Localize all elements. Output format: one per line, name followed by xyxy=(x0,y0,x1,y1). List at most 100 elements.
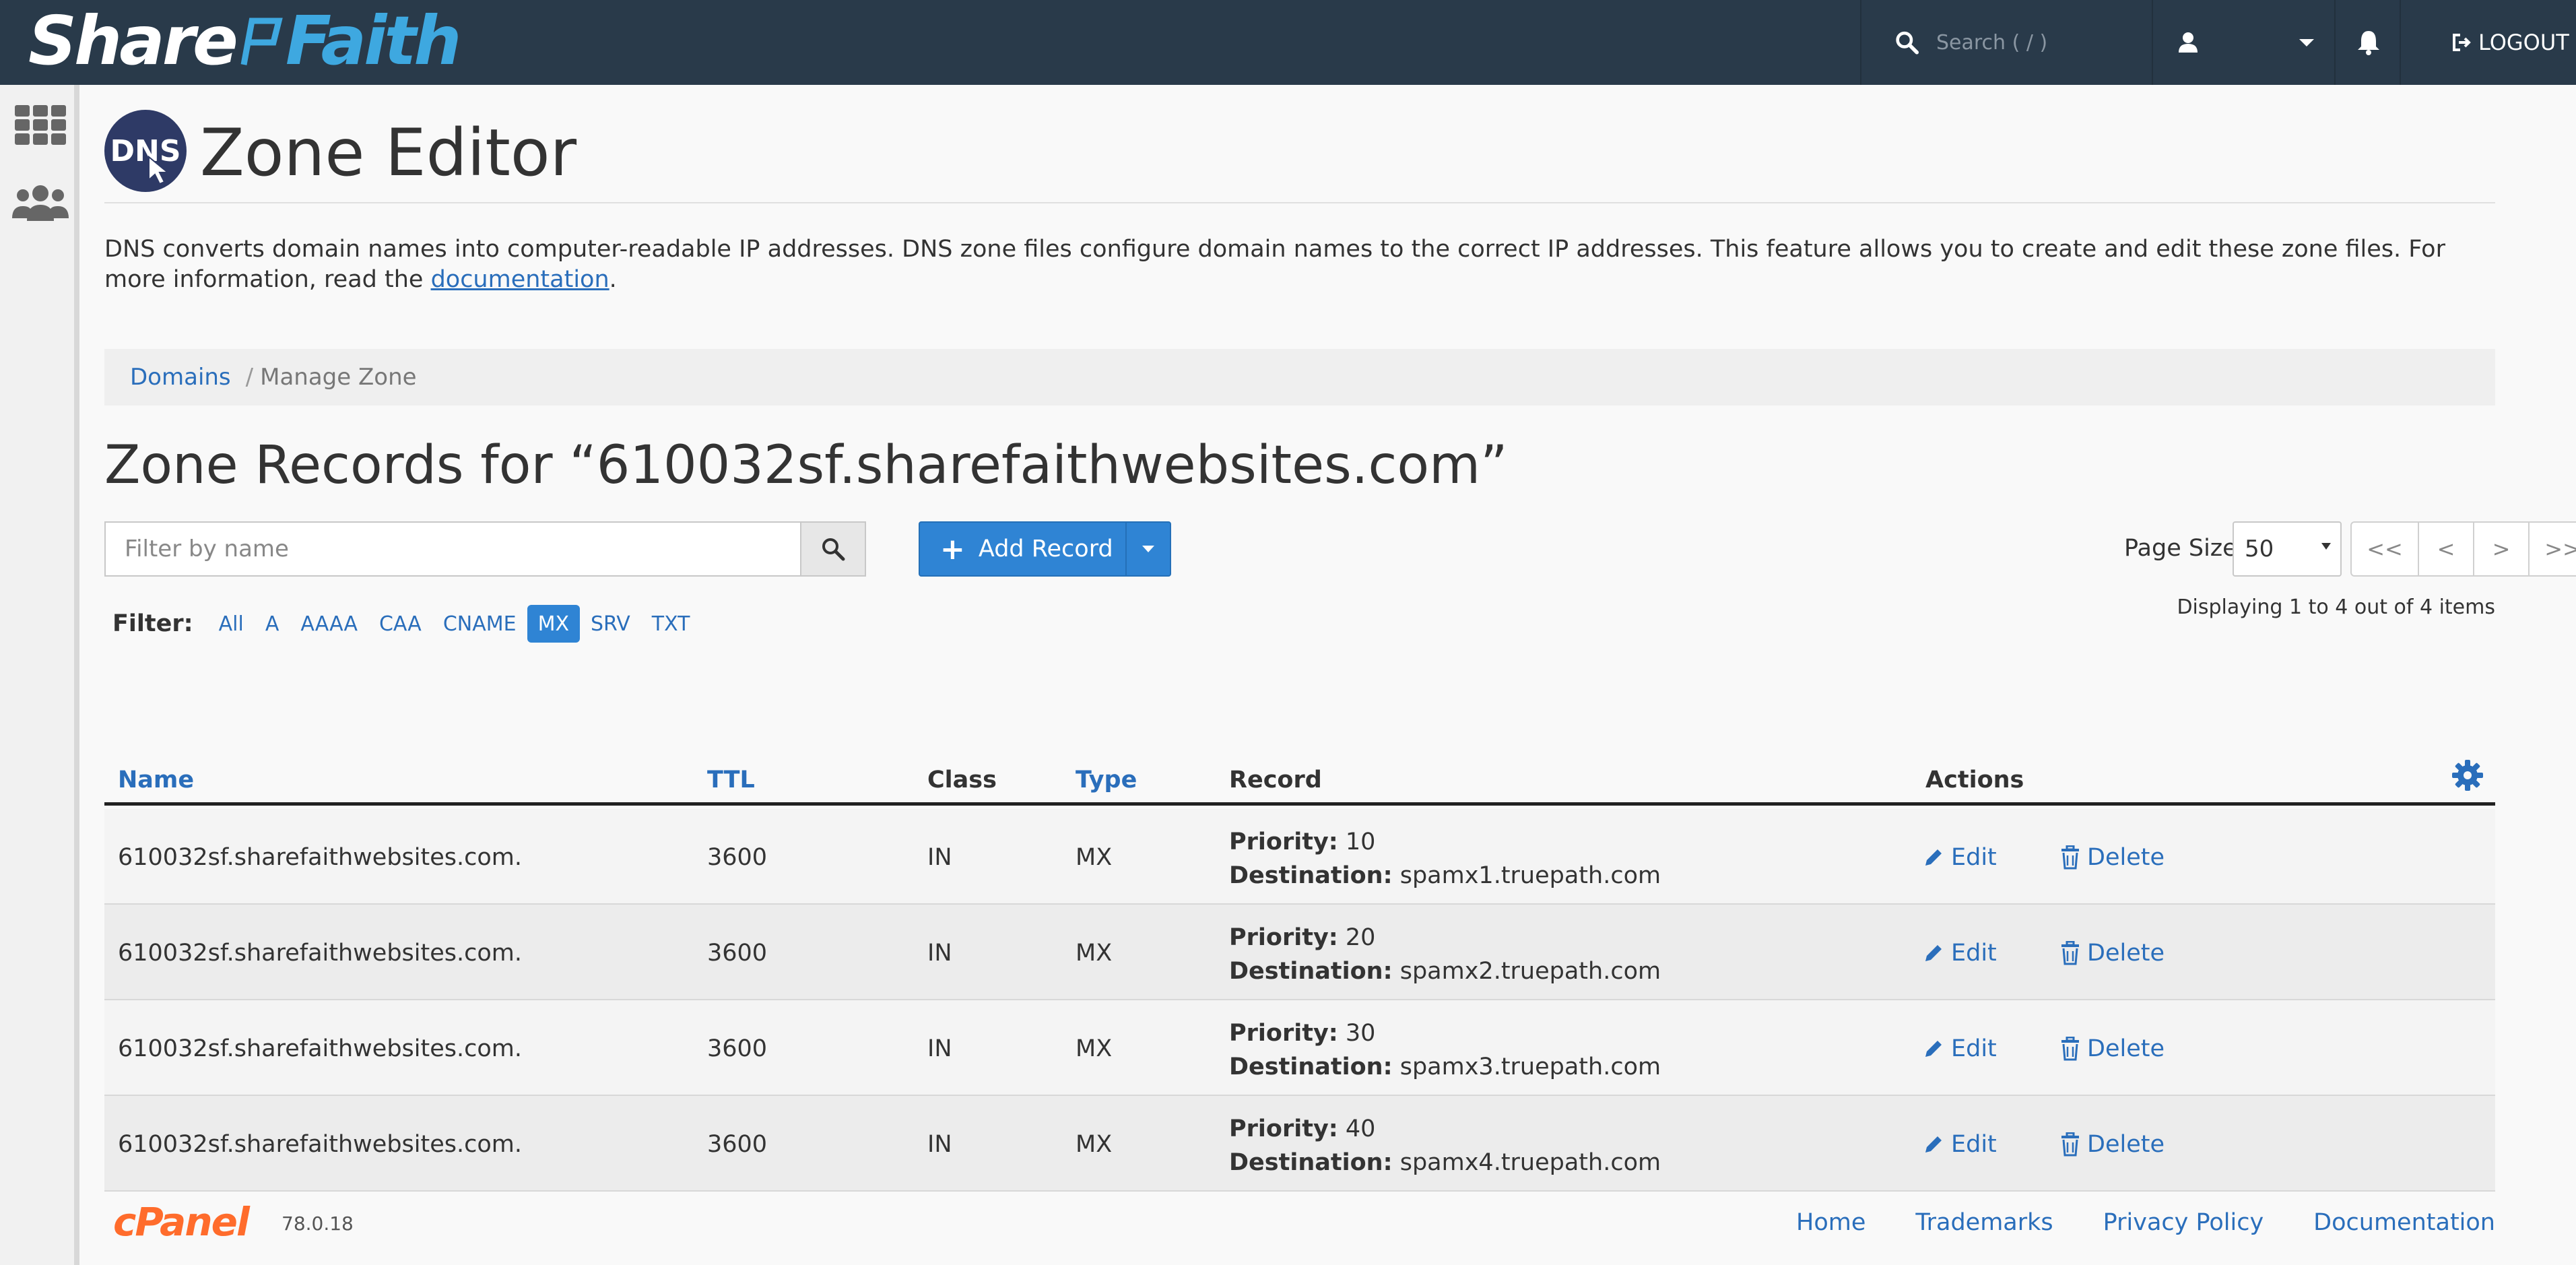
record-type: MX xyxy=(1076,940,1113,967)
edit-button[interactable]: Edit xyxy=(1923,1131,1997,1158)
delete-button[interactable]: Delete xyxy=(2060,844,2165,871)
footer-link-home[interactable]: Home xyxy=(1796,1209,1865,1236)
plus-icon: + xyxy=(940,531,965,566)
column-header-actions: Actions xyxy=(1925,767,2024,793)
filter-option-all[interactable]: All xyxy=(208,605,255,643)
record-name: 610032sf.sharefaithwebsites.com. xyxy=(118,1035,522,1062)
next-page-button[interactable]: > xyxy=(2473,521,2530,577)
breadcrumb-domains-link[interactable]: Domains xyxy=(130,364,231,391)
filter-option-srv[interactable]: SRV xyxy=(580,605,641,643)
footer-links: Home Trademarks Privacy Policy Documenta… xyxy=(1746,1209,2495,1236)
chevron-down-icon xyxy=(1142,546,1154,552)
pencil-icon xyxy=(1925,945,1942,961)
last-page-button[interactable]: >> xyxy=(2528,521,2576,577)
users-icon[interactable] xyxy=(11,185,70,222)
logo-flag-icon xyxy=(240,18,283,65)
footer-link-documentation[interactable]: Documentation xyxy=(2313,1209,2495,1236)
filter-option-txt[interactable]: TXT xyxy=(641,605,701,643)
filter-option-cname[interactable]: CNAME xyxy=(432,605,527,643)
column-header-record: Record xyxy=(1229,767,1322,793)
destination-label: Destination: xyxy=(1229,1053,1393,1080)
delete-label: Delete xyxy=(2087,1131,2165,1158)
record-name: 610032sf.sharefaithwebsites.com. xyxy=(118,940,522,967)
sharefaith-logo[interactable]: Share Faith xyxy=(28,4,461,78)
page-title: Zone Editor xyxy=(200,115,577,191)
pencil-icon xyxy=(1925,1041,1942,1057)
top-navbar: Share Faith LOGOUT xyxy=(0,0,2576,85)
record-priority: 20 xyxy=(1345,924,1376,951)
record-destination: spamx4.truepath.com xyxy=(1399,1149,1661,1176)
record-name: 610032sf.sharefaithwebsites.com. xyxy=(118,844,522,871)
destination-label: Destination: xyxy=(1229,862,1393,889)
delete-label: Delete xyxy=(2087,844,2165,871)
filter-option-a[interactable]: A xyxy=(255,605,290,643)
destination-label: Destination: xyxy=(1229,1149,1393,1176)
filter-option-mx[interactable]: MX xyxy=(527,605,580,643)
pagination: << < > >> xyxy=(2350,521,2576,577)
first-page-button[interactable]: << xyxy=(2350,521,2419,577)
settings-gear-icon[interactable] xyxy=(2451,758,2484,792)
apps-grid-icon[interactable] xyxy=(15,105,66,145)
delete-button[interactable]: Delete xyxy=(2060,1131,2165,1158)
column-header-ttl[interactable]: TTL xyxy=(707,767,755,793)
record-name: 610032sf.sharefaithwebsites.com. xyxy=(118,1131,522,1158)
column-header-name[interactable]: Name xyxy=(118,767,194,793)
edit-label: Edit xyxy=(1951,1131,1997,1158)
page-size-select[interactable]: 50 xyxy=(2233,521,2342,577)
edit-button[interactable]: Edit xyxy=(1923,940,1997,967)
footer-link-privacy-policy[interactable]: Privacy Policy xyxy=(2103,1209,2264,1236)
logout-button[interactable]: LOGOUT xyxy=(2451,0,2569,85)
table-row: 610032sf.sharefaithwebsites.com. 3600 IN… xyxy=(104,1000,2495,1096)
search-icon xyxy=(1896,31,1919,55)
chevron-down-icon xyxy=(2299,38,2314,46)
prev-page-button[interactable]: < xyxy=(2418,521,2474,577)
filter-option-caa[interactable]: CAA xyxy=(368,605,432,643)
priority-label: Priority: xyxy=(1229,924,1338,951)
record-details: Priority: 20 Destination: spamx2.truepat… xyxy=(1229,921,1661,988)
filter-search-button[interactable] xyxy=(800,521,866,577)
record-type: MX xyxy=(1076,844,1113,871)
destination-label: Destination: xyxy=(1229,958,1393,985)
type-filter: Filter: All A AAAA CAA CNAME MX SRV TXT xyxy=(112,604,700,644)
breadcrumb: Domains / Manage Zone xyxy=(104,349,2495,406)
delete-button[interactable]: Delete xyxy=(2060,1035,2165,1062)
global-search-input[interactable] xyxy=(1936,30,2152,55)
dns-logo: DNS xyxy=(104,110,187,192)
filter-label: Filter: xyxy=(112,610,193,637)
page-size-value: 50 xyxy=(2245,536,2274,562)
logout-label: LOGOUT xyxy=(2478,30,2569,55)
edit-label: Edit xyxy=(1951,844,1997,871)
notifications-button[interactable] xyxy=(2337,0,2401,85)
column-header-type[interactable]: Type xyxy=(1076,767,1137,793)
documentation-link[interactable]: documentation xyxy=(431,266,609,293)
record-ttl: 3600 xyxy=(707,1131,768,1158)
filter-by-name-input[interactable] xyxy=(104,521,801,577)
edit-button[interactable]: Edit xyxy=(1923,1035,1997,1062)
add-record-dropdown-toggle[interactable] xyxy=(1125,521,1171,577)
add-record-button[interactable]: + Add Record xyxy=(919,521,1127,577)
breadcrumb-separator: / xyxy=(245,364,254,391)
global-search xyxy=(1860,0,2153,85)
logout-icon xyxy=(2453,34,2471,51)
items-count-text: Displaying 1 to 4 out of 4 items xyxy=(2177,595,2495,619)
table-header: Name TTL Class Type Record Actions xyxy=(104,746,2495,806)
add-record-label: Add Record xyxy=(978,536,1113,562)
priority-label: Priority: xyxy=(1229,829,1338,855)
pencil-icon xyxy=(1925,1136,1942,1153)
page-description: DNS converts domain names into computer-… xyxy=(104,234,2502,295)
pencil-icon xyxy=(1925,849,1942,866)
record-details: Priority: 10 Destination: spamx1.truepat… xyxy=(1229,825,1661,893)
trash-icon xyxy=(2061,1132,2079,1157)
edit-label: Edit xyxy=(1951,1035,1997,1062)
delete-button[interactable]: Delete xyxy=(2060,940,2165,967)
page-header: DNS Zone Editor xyxy=(104,104,2495,203)
zone-records-title: Zone Records for “610032sf.sharefaithweb… xyxy=(104,435,1508,496)
filter-option-aaaa[interactable]: AAAA xyxy=(290,605,368,643)
bell-icon xyxy=(2357,31,2379,55)
footer-link-trademarks[interactable]: Trademarks xyxy=(1915,1209,2053,1236)
delete-label: Delete xyxy=(2087,940,2165,967)
record-details: Priority: 30 Destination: spamx3.truepat… xyxy=(1229,1016,1661,1084)
user-menu[interactable] xyxy=(2154,0,2336,85)
edit-button[interactable]: Edit xyxy=(1923,844,1997,871)
record-priority: 30 xyxy=(1345,1020,1376,1047)
